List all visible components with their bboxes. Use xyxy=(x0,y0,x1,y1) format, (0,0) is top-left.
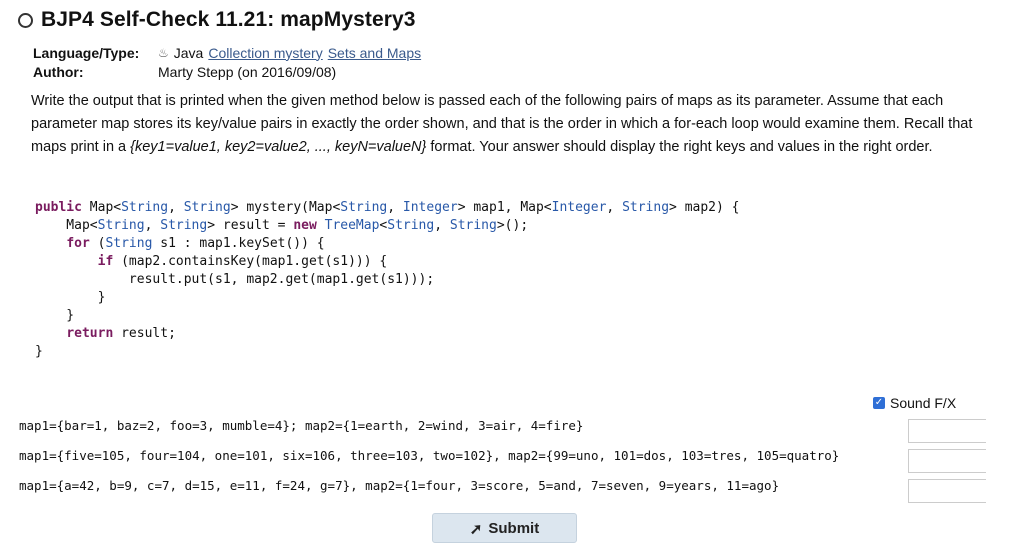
code-text: result.put(s1, map2.get(map1.get(s1))); xyxy=(35,272,435,287)
submit-label: Submit xyxy=(488,520,540,537)
code-text: >(); xyxy=(496,218,529,233)
code-text: ( xyxy=(89,236,106,251)
code-type: String xyxy=(449,218,497,233)
code-keyword: return xyxy=(66,326,114,341)
code-type: String xyxy=(183,200,231,215)
code-text: } xyxy=(35,344,43,359)
code-type: String xyxy=(105,236,153,251)
code-type: Integer xyxy=(551,200,607,215)
code-type: String xyxy=(622,200,670,215)
map-pair-1: map1={bar=1, baz=2, foo=3, mumble=4}; ma… xyxy=(19,418,584,433)
submit-arrow-icon: ➚ xyxy=(469,521,483,538)
code-text: } xyxy=(35,308,75,323)
code-text: s1 : map1.keySet()) { xyxy=(152,236,325,251)
code-text: } xyxy=(35,290,106,305)
description-text-2: format. Your answer should display the r… xyxy=(426,139,933,155)
answer-input-3[interactable] xyxy=(908,479,986,503)
code-text: > map1, Map< xyxy=(457,200,552,215)
submit-button[interactable]: ➚ Submit xyxy=(432,513,577,543)
code-text: > result = xyxy=(207,218,294,233)
code-text: , xyxy=(144,218,161,233)
problem-title: BJP4 Self-Check 11.21: mapMystery3 xyxy=(41,8,416,31)
code-type: TreeMap xyxy=(324,218,380,233)
map-pair-3: map1={a=42, b=9, c=7, d=15, e=11, f=24, … xyxy=(19,478,780,493)
code-text: , xyxy=(387,200,403,215)
code-keyword: public xyxy=(35,200,82,215)
code-type: String xyxy=(121,200,169,215)
map-format-text: {key1=value1, key2=value2, ..., keyN=val… xyxy=(130,139,427,155)
code-type: Integer xyxy=(402,200,458,215)
answer-input-2[interactable] xyxy=(908,449,986,473)
code-keyword: new xyxy=(293,218,317,233)
author-value: Marty Stepp (on 2016/09/08) xyxy=(158,63,337,80)
code-type: String xyxy=(387,218,435,233)
code-text: result; xyxy=(113,326,176,341)
code-text: > mystery(Map< xyxy=(230,200,341,215)
answer-input-1[interactable] xyxy=(908,419,986,443)
code-type: String xyxy=(160,218,208,233)
code-block: public Map<String, String> mystery(Map<S… xyxy=(35,199,740,361)
status-circle-icon xyxy=(18,12,33,28)
tag-sets-and-maps-link[interactable]: Sets and Maps xyxy=(328,45,421,61)
code-keyword: for xyxy=(66,236,90,251)
problem-meta: Language/Type: ♨ Java Collection mystery… xyxy=(33,43,421,81)
author-row: Author: Marty Stepp (on 2016/09/08) xyxy=(33,62,421,81)
code-text: , xyxy=(434,218,450,233)
code-text: (map2.containsKey(map1.get(s1))) { xyxy=(113,254,388,269)
language-value: Java xyxy=(173,44,204,61)
problem-header: BJP4 Self-Check 11.21: mapMystery3 xyxy=(18,8,416,32)
sound-fx-label: Sound F/X xyxy=(890,395,957,411)
language-row: Language/Type: ♨ Java Collection mystery… xyxy=(33,43,421,62)
code-keyword: if xyxy=(97,254,114,269)
language-label: Language/Type: xyxy=(33,44,140,61)
code-type: String xyxy=(97,218,145,233)
sound-fx-checkbox[interactable]: ✓ xyxy=(873,397,885,409)
tag-collection-mystery-link[interactable]: Collection mystery xyxy=(208,45,322,61)
map-pair-2: map1={five=105, four=104, one=101, six=1… xyxy=(19,448,840,463)
java-cup-icon: ♨ xyxy=(158,45,169,60)
author-label: Author: xyxy=(33,63,84,80)
code-text: > map2) { xyxy=(669,200,740,215)
code-text: , xyxy=(606,200,623,215)
code-text: , xyxy=(168,200,184,215)
problem-description: Write the output that is printed when th… xyxy=(31,90,981,159)
code-text: Map< xyxy=(35,218,98,233)
code-type: String xyxy=(340,200,388,215)
code-text: Map< xyxy=(81,200,122,215)
sound-fx-toggle[interactable]: ✓ Sound F/X xyxy=(873,395,956,411)
